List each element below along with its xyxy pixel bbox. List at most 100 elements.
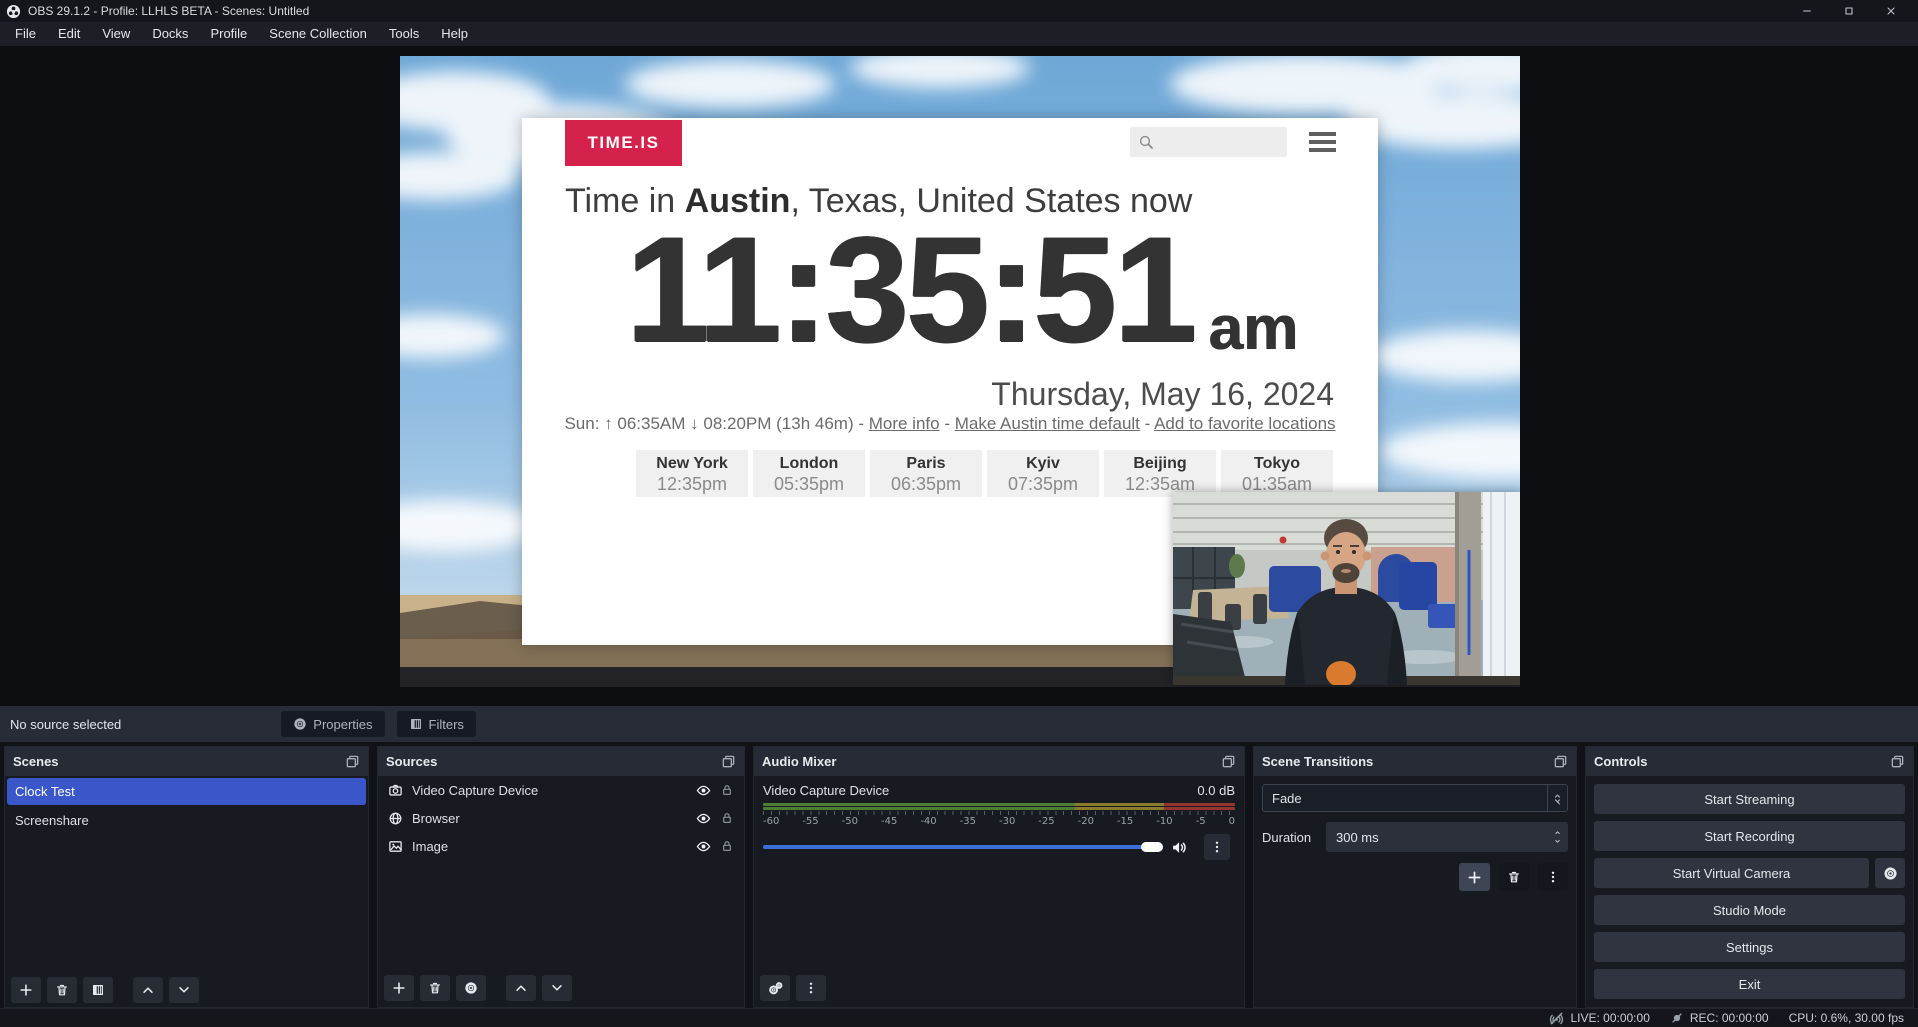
plus-icon (19, 983, 33, 997)
more-info-link[interactable]: More info (869, 414, 940, 433)
scene-item-screenshare[interactable]: Screenshare (7, 807, 366, 834)
record-off-icon (1670, 1011, 1684, 1025)
mixer-menu-button[interactable] (796, 975, 826, 1001)
obs-logo-icon (6, 4, 21, 19)
remove-scene-button[interactable] (47, 977, 77, 1003)
city-clock[interactable]: Tokyo01:35am (1221, 450, 1333, 497)
mixer-db-value: 0.0 dB (1197, 783, 1235, 798)
popout-icon[interactable] (721, 754, 736, 769)
advanced-audio-button[interactable] (760, 975, 790, 1001)
lock-icon[interactable] (720, 783, 734, 797)
transition-options-button[interactable] (1537, 863, 1568, 891)
volume-slider-handle[interactable] (1141, 842, 1163, 852)
city-clock[interactable]: New York12:35pm (636, 450, 748, 497)
trash-icon (55, 983, 69, 997)
menu-file[interactable]: File (4, 22, 47, 46)
city-clock[interactable]: Beijing12:35am (1104, 450, 1216, 497)
menu-edit[interactable]: Edit (47, 22, 91, 46)
dots-icon (804, 981, 818, 995)
city-clock[interactable]: Paris06:35pm (870, 450, 982, 497)
scene-filters-button[interactable] (83, 977, 113, 1003)
timeis-logo[interactable]: TIME.IS (565, 120, 682, 166)
virtual-camera-config-button[interactable] (1875, 858, 1905, 888)
sources-header[interactable]: Sources (378, 747, 744, 776)
hamburger-menu-icon[interactable] (1309, 132, 1336, 152)
eye-icon[interactable] (696, 839, 711, 854)
menu-view[interactable]: View (91, 22, 141, 46)
source-item-browser[interactable]: Browser (378, 804, 744, 832)
eye-icon[interactable] (696, 811, 711, 826)
meter-scale: -60-55-50-45-40-35-30-25-20-15-10-50 (763, 816, 1235, 827)
transition-select[interactable]: Fade (1262, 784, 1568, 812)
studio-mode-button[interactable]: Studio Mode (1594, 895, 1905, 925)
filters-button[interactable]: Filters (397, 711, 476, 737)
controls-header[interactable]: Controls (1586, 747, 1913, 776)
make-default-link[interactable]: Make Austin time default (955, 414, 1140, 433)
source-properties-button[interactable] (456, 975, 486, 1001)
menu-scene-collection[interactable]: Scene Collection (258, 22, 378, 46)
close-button[interactable] (1870, 0, 1912, 22)
properties-button[interactable]: Properties (281, 711, 384, 737)
scenes-header[interactable]: Scenes (5, 747, 368, 776)
popout-icon[interactable] (1553, 754, 1568, 769)
popout-icon[interactable] (1890, 754, 1905, 769)
minimize-button[interactable] (1786, 0, 1828, 22)
scenes-panel: Scenes Clock Test Screenshare (4, 746, 369, 1008)
add-source-button[interactable] (384, 975, 414, 1001)
speaker-icon[interactable] (1171, 839, 1188, 856)
city-clock[interactable]: Kyiv07:35pm (987, 450, 1099, 497)
add-scene-button[interactable] (11, 977, 41, 1003)
lock-icon[interactable] (720, 811, 734, 825)
chevron-down-icon[interactable] (1552, 838, 1563, 845)
popout-icon[interactable] (1221, 754, 1236, 769)
duration-input[interactable]: 300 ms (1326, 822, 1568, 852)
scene-down-button[interactable] (169, 977, 199, 1003)
source-toolbar: No source selected Properties Filters (0, 706, 1918, 742)
add-favorite-link[interactable]: Add to favorite locations (1154, 414, 1335, 433)
titlebar[interactable]: OBS 29.1.2 - Profile: LLHLS BETA - Scene… (0, 0, 1918, 22)
volume-slider[interactable] (763, 845, 1161, 849)
lock-icon[interactable] (720, 839, 734, 853)
scene-up-button[interactable] (133, 977, 163, 1003)
minimize-icon (1801, 5, 1813, 17)
menu-help[interactable]: Help (430, 22, 479, 46)
chevron-up-icon (514, 981, 528, 995)
remove-source-button[interactable] (420, 975, 450, 1001)
gear-icon (293, 717, 307, 731)
source-up-button[interactable] (506, 975, 536, 1001)
source-item-video-capture[interactable]: Video Capture Device (378, 776, 744, 804)
city-clock[interactable]: London05:35pm (753, 450, 865, 497)
volume-meter: -60-55-50-45-40-35-30-25-20-15-10-50 (763, 803, 1235, 827)
source-status-label: No source selected (10, 717, 121, 732)
start-virtual-camera-button[interactable]: Start Virtual Camera (1594, 858, 1869, 888)
menu-docks[interactable]: Docks (141, 22, 199, 46)
chevron-up-icon[interactable] (1552, 829, 1563, 836)
image-icon (388, 839, 403, 854)
add-transition-button[interactable] (1459, 863, 1490, 891)
source-down-button[interactable] (542, 975, 572, 1001)
menu-profile[interactable]: Profile (199, 22, 258, 46)
exit-button[interactable]: Exit (1594, 969, 1905, 999)
start-recording-button[interactable]: Start Recording (1594, 821, 1905, 851)
maximize-icon (1843, 5, 1855, 17)
mixer-options-button[interactable] (1204, 834, 1230, 860)
scene-item-clock-test[interactable]: Clock Test (7, 778, 366, 805)
eye-icon[interactable] (696, 783, 711, 798)
popout-icon[interactable] (345, 754, 360, 769)
menu-tools[interactable]: Tools (378, 22, 430, 46)
trash-icon (428, 981, 442, 995)
clock-ampm: am (1208, 298, 1298, 360)
live-status: LIVE: 00:00:00 (1549, 1011, 1649, 1026)
audio-mixer-header[interactable]: Audio Mixer (754, 747, 1244, 776)
remove-transition-button[interactable] (1498, 863, 1529, 891)
settings-button[interactable]: Settings (1594, 932, 1905, 962)
timeis-search-input[interactable] (1130, 127, 1287, 157)
start-streaming-button[interactable]: Start Streaming (1594, 784, 1905, 814)
status-bar: LIVE: 00:00:00 REC: 00:00:00 CPU: 0.6%, … (0, 1008, 1918, 1027)
scene-transitions-header[interactable]: Scene Transitions (1254, 747, 1576, 776)
timeis-date: Thursday, May 16, 2024 (991, 376, 1334, 413)
maximize-button[interactable] (1828, 0, 1870, 22)
program-canvas[interactable]: TIME.IS Time in Austin, Texas, United St… (400, 56, 1520, 687)
source-item-image[interactable]: Image (378, 832, 744, 860)
gear-icon (464, 981, 478, 995)
